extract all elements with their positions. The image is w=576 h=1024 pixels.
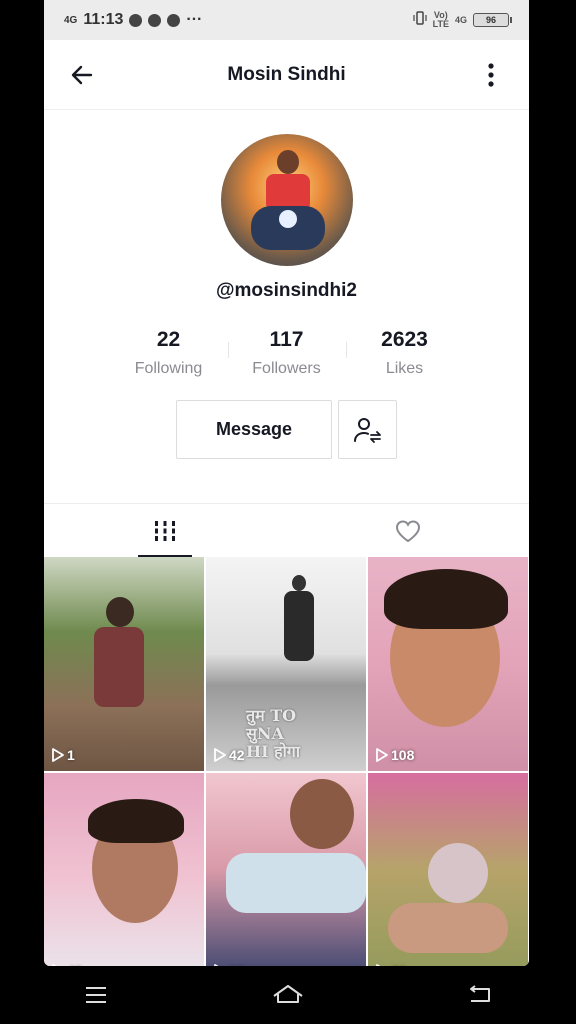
avatar-photo-part: [276, 150, 299, 174]
thumbnail-figure: [94, 627, 144, 707]
thumbnail-figure: [384, 569, 508, 629]
stat-number: 2623: [381, 328, 428, 351]
video-thumbnail[interactable]: 1: [44, 557, 204, 771]
play-icon: [376, 748, 388, 762]
page-title: Mosin Sindhi: [227, 63, 346, 85]
profile-header: Mosin Sindhi: [44, 40, 529, 110]
back-nav-button[interactable]: [450, 975, 510, 1015]
menu-button[interactable]: [66, 975, 126, 1015]
home-icon: [273, 985, 303, 1003]
back-button[interactable]: [62, 55, 102, 95]
stat-label: Likes: [385, 360, 424, 377]
video-grid: 1 तुम TO सुNA HI होगा 42 108: [44, 557, 529, 966]
more-options-button[interactable]: [471, 55, 511, 95]
video-thumbnail[interactable]: 49: [44, 773, 204, 966]
video-overlay-text: तुम TO सुNA HI होगा: [246, 706, 300, 761]
stat-likes[interactable]: 2623 Likes: [345, 328, 464, 378]
avatar-photo-part: [265, 174, 310, 208]
thumbnail-figure: [292, 575, 306, 591]
stats-row: 22 Following 117 Followers 2623 Likes: [44, 328, 529, 378]
avatar[interactable]: [220, 134, 353, 266]
thumbnail-figure: [88, 799, 184, 843]
return-icon: [470, 985, 490, 1002]
thumbnail-figure: [226, 853, 366, 913]
notification-icon: [129, 13, 143, 27]
heart-icon: [395, 519, 420, 542]
add-user-icon: [353, 417, 381, 443]
content-tabs: [44, 503, 529, 557]
system-nav-bar: [0, 966, 576, 1024]
arrow-left-icon: [71, 65, 93, 84]
video-thumbnail[interactable]: 13: [206, 773, 366, 966]
tab-videos[interactable]: [44, 504, 287, 557]
view-count: 1: [52, 747, 75, 763]
notification-icon: [148, 13, 162, 27]
thumbnail-figure: [388, 903, 508, 953]
message-button[interactable]: Message: [176, 400, 332, 459]
stat-number: 22: [156, 328, 181, 351]
avatar-photo-part: [278, 210, 297, 228]
stat-followers[interactable]: 117 Followers: [227, 328, 346, 378]
stat-label: Following: [134, 360, 203, 377]
thumbnail-figure: [428, 843, 488, 903]
view-count: 42: [214, 747, 245, 763]
stat-number: 117: [269, 328, 304, 351]
video-thumbnail[interactable]: तुम TO सुNA HI होगा 42: [206, 557, 366, 771]
more-notifications: ···: [186, 11, 203, 28]
profile-actions: Message: [44, 400, 529, 459]
volte-indicator: Vo) LTE: [432, 10, 449, 29]
home-button[interactable]: [258, 975, 318, 1015]
kebab-icon: [488, 62, 494, 87]
battery-icon: 96: [473, 13, 512, 27]
status-bar: 4G 11:13 ··· Vo) LTE 4G 96: [44, 0, 529, 40]
stat-following[interactable]: 22 Following: [110, 328, 228, 378]
clock: 11:13: [83, 11, 124, 28]
play-icon: [214, 748, 226, 762]
signal-indicator: 4G: [454, 14, 467, 25]
username: @mosinsindhi2: [216, 280, 357, 301]
notification-icon: [167, 13, 181, 27]
view-count: 108: [376, 747, 414, 763]
vibrate-icon: [413, 10, 427, 30]
thumbnail-figure: [106, 597, 134, 627]
follow-button[interactable]: [338, 400, 397, 459]
app-screen: 4G 11:13 ··· Vo) LTE 4G 96 Mosin Sindhi: [44, 0, 529, 966]
play-icon: [52, 748, 64, 762]
thumbnail-figure: [290, 779, 354, 849]
thumbnail-figure: [284, 591, 314, 661]
profile-info: @mosinsindhi2 22 Following 117 Followers…: [44, 110, 529, 459]
network-indicator: 4G: [64, 14, 78, 26]
video-thumbnail[interactable]: 108: [368, 557, 528, 771]
tab-liked[interactable]: [287, 504, 530, 557]
menu-icon: [86, 987, 106, 1003]
video-thumbnail[interactable]: 61: [368, 773, 528, 966]
grid-icon: [155, 520, 176, 541]
stat-label: Followers: [252, 360, 321, 377]
